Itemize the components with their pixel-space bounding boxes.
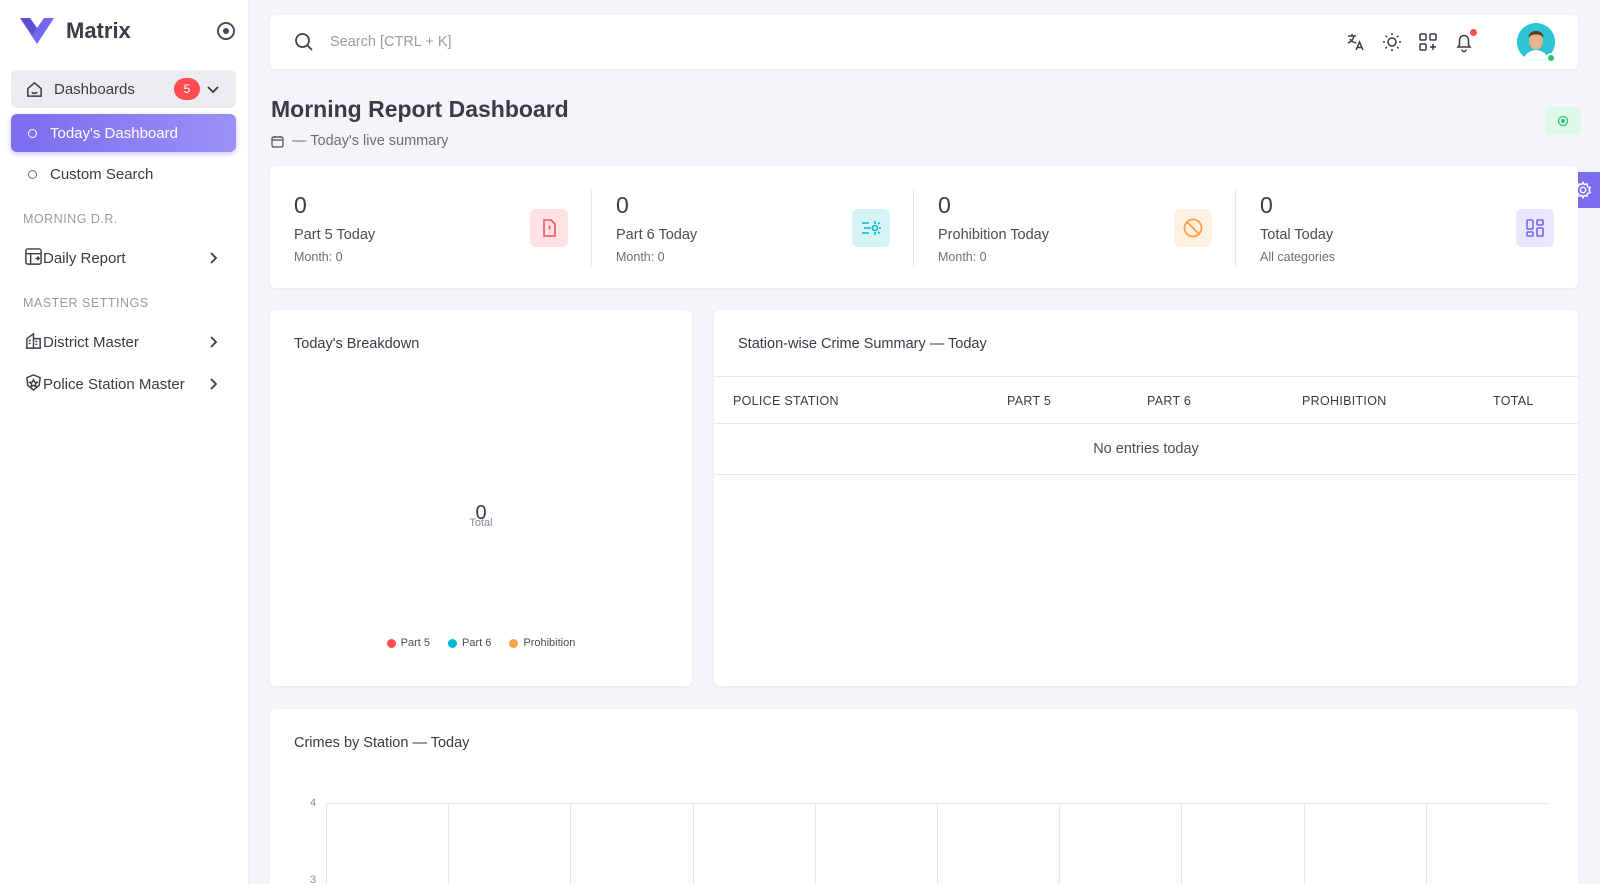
sidebar-toggle-icon[interactable] [217, 22, 235, 40]
legend-label: Part 5 [400, 637, 430, 649]
brand-name: Matrix [66, 18, 131, 43]
stat-sub: Month: 0 [938, 250, 987, 264]
sidebar-item-daily-report[interactable]: Daily Report [11, 239, 236, 277]
card-title: Station-wise Crime Summary — Today [738, 336, 987, 352]
sun-icon[interactable] [1381, 31, 1403, 53]
stat-label: Part 6 Today [616, 227, 698, 243]
stat-part5: 0 Part 5 Today Month: 0 [270, 166, 592, 288]
column-header[interactable]: TOTAL [1493, 394, 1534, 408]
legend-label: Part 6 [462, 637, 492, 649]
sidebar: Matrix Dashboards 5 Today's Dashboard Cu… [0, 0, 248, 884]
sidebar-item-label: Daily Report [43, 249, 126, 267]
brand-logo-icon [20, 18, 54, 44]
stat-label: Total Today [1260, 227, 1334, 243]
column-header[interactable]: PART 5 [1007, 394, 1051, 408]
table-header: POLICE STATION PART 5 PART 6 PROHIBITION… [714, 376, 1578, 424]
online-status-dot [1546, 53, 1556, 63]
section-label-morning: MORNING D.R. [23, 212, 118, 226]
bar-chart-grid [326, 803, 1548, 884]
legend-dot [448, 638, 457, 648]
chevron-right-icon [210, 336, 218, 348]
sidebar-item-label: Police Station Master [43, 375, 185, 393]
section-label-master-settings: MASTER SETTINGS [23, 296, 149, 310]
stat-sub: Month: 0 [294, 250, 343, 264]
stat-label: Prohibition Today [938, 227, 1049, 243]
stat-prohibition: 0 Prohibition Today Month: 0 [914, 166, 1236, 288]
sidebar-item-custom-search[interactable]: Custom Search [11, 155, 236, 193]
page-subtitle: — Today's live summary [271, 133, 448, 149]
sidebar-item-label: Dashboards [54, 80, 135, 98]
shortcuts-icon[interactable] [1417, 31, 1439, 53]
table-icon [24, 247, 43, 270]
y-tick-label: 4 [310, 797, 317, 809]
search-input[interactable] [330, 29, 930, 55]
live-status-chip [1545, 107, 1581, 135]
sidebar-item-dashboards[interactable]: Dashboards 5 [11, 70, 236, 108]
sidebar-item-label: Custom Search [50, 165, 154, 183]
column-header[interactable]: POLICE STATION [733, 394, 839, 408]
page-subtitle-text: — Today's live summary [292, 133, 449, 149]
column-header[interactable]: PROHIBITION [1302, 394, 1387, 408]
alert-file-icon [530, 209, 568, 247]
search-icon[interactable] [294, 32, 314, 52]
sidebar-item-todays-dashboard[interactable]: Today's Dashboard [11, 114, 236, 152]
dashboards-count-badge: 5 [174, 78, 200, 100]
ban-icon [1174, 209, 1212, 247]
legend-dot [509, 638, 519, 648]
stat-value: 0 [1260, 192, 1273, 218]
legend-dot [386, 638, 396, 648]
badge-icon [24, 373, 43, 396]
topbar [270, 15, 1578, 69]
stats-card: 0 Part 5 Today Month: 0 0 Part 6 Today M… [270, 166, 1578, 288]
stat-sub: All categories [1260, 250, 1336, 264]
live-dot-icon [1557, 115, 1569, 127]
circle-icon [28, 128, 37, 138]
legend-item-part5[interactable]: Part 5 [386, 637, 430, 649]
station-summary-card: Station-wise Crime Summary — Today POLIC… [714, 310, 1578, 686]
column-header[interactable]: PART 6 [1147, 394, 1191, 408]
calendar-icon [271, 135, 284, 148]
notification-dot [1470, 29, 1477, 36]
sidebar-item-label: Today's Dashboard [50, 124, 178, 142]
circle-icon [28, 169, 37, 179]
chart-legend: Part 5 Part 6 Prohibition [270, 637, 692, 649]
breakdown-card: Today's Breakdown 0 Total Part 5 Part 6 … [270, 310, 692, 686]
legend-label: Prohibition [523, 637, 576, 649]
sidebar-item-label: District Master [43, 333, 139, 351]
activity-icon [852, 209, 890, 247]
dashboard-grid-icon [1516, 209, 1554, 247]
stat-total: 0 Total Today All categories [1236, 166, 1578, 288]
translate-icon[interactable] [1345, 31, 1367, 53]
legend-item-prohibition[interactable]: Prohibition [509, 637, 575, 649]
stat-part6: 0 Part 6 Today Month: 0 [592, 166, 914, 288]
chevron-right-icon [210, 252, 218, 264]
sidebar-item-district-master[interactable]: District Master [11, 323, 236, 361]
legend-item-part6[interactable]: Part 6 [448, 637, 491, 649]
crimes-by-station-card: Crimes by Station — Today 4 3 [270, 709, 1578, 884]
chevron-down-icon [207, 86, 219, 94]
table-empty-row: No entries today [714, 424, 1578, 475]
card-title: Today's Breakdown [294, 336, 420, 352]
home-icon [24, 79, 44, 99]
y-tick-label: 3 [310, 874, 317, 884]
stat-value: 0 [616, 192, 629, 218]
brand[interactable]: Matrix [20, 16, 235, 46]
page-title: Morning Report Dashboard [271, 96, 569, 122]
stat-value: 0 [294, 192, 307, 218]
stat-value: 0 [938, 192, 951, 218]
stat-sub: Month: 0 [616, 250, 665, 264]
chevron-right-icon [210, 378, 218, 390]
donut-total-label: Total [469, 517, 493, 529]
sidebar-item-police-station-master[interactable]: Police Station Master [11, 365, 236, 403]
card-title: Crimes by Station — Today [294, 735, 470, 751]
building-icon [24, 331, 43, 354]
stat-label: Part 5 Today [294, 227, 376, 243]
